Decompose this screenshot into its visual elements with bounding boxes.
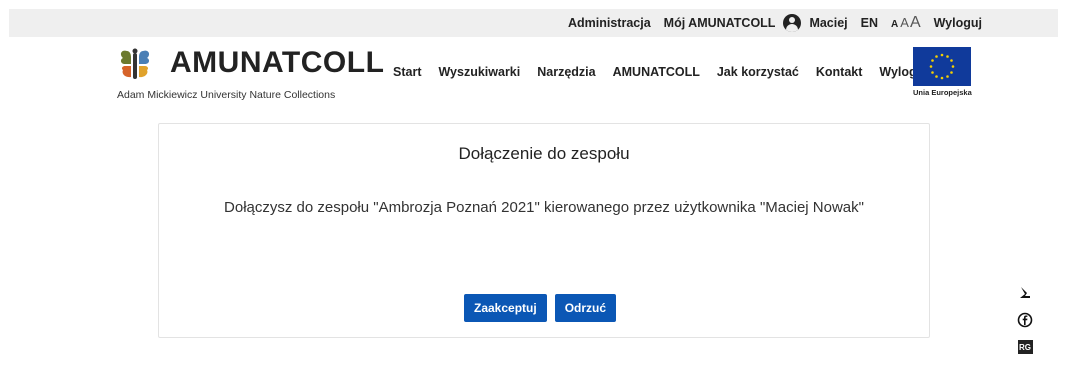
admin-link[interactable]: Administracja xyxy=(568,16,651,30)
nav-tools[interactable]: Narzędzia xyxy=(537,65,595,79)
my-account-link[interactable]: Mój AMUNATCOLL xyxy=(664,16,776,30)
nav-how-to-use[interactable]: Jak korzystać xyxy=(717,65,799,79)
reject-button[interactable]: Odrzuć xyxy=(554,294,617,322)
top-utility-bar: Administracja Mój AMUNATCOLL Maciej EN A… xyxy=(9,9,1058,37)
accept-button[interactable]: Zaakceptuj xyxy=(464,294,547,322)
nav-contact[interactable]: Kontakt xyxy=(816,65,863,79)
font-size-large-button[interactable]: A xyxy=(910,14,921,32)
nav-amunatcoll[interactable]: AMUNATCOLL xyxy=(613,65,700,79)
join-team-dialog: Dołączenie do zespołu Dołączysz do zespo… xyxy=(158,123,930,338)
logo-subtitle: Adam Mickiewicz University Nature Collec… xyxy=(117,89,336,101)
facebook-icon[interactable] xyxy=(1016,311,1034,329)
user-avatar-icon[interactable] xyxy=(783,14,802,32)
amunatcoll-logo-icon[interactable] xyxy=(117,47,153,83)
main-navigation: Start Wyszukiwarki Narzędzia AMUNATCOLL … xyxy=(393,65,928,79)
font-size-small-button[interactable]: A xyxy=(891,19,898,30)
researchgate-label: RG xyxy=(1017,340,1033,354)
side-social-icons: RG xyxy=(1012,284,1038,356)
font-size-medium-button[interactable]: A xyxy=(900,15,909,30)
logo-title[interactable]: AMUNATCOLL xyxy=(170,46,384,80)
eu-flag-icon xyxy=(913,47,971,86)
dialog-title: Dołączenie do zespołu xyxy=(458,144,630,163)
orcid-icon[interactable] xyxy=(1016,284,1034,302)
user-name-link[interactable]: Maciej xyxy=(809,16,847,30)
topbar-logout-link[interactable]: Wyloguj xyxy=(934,16,982,30)
nav-start[interactable]: Start xyxy=(393,65,421,79)
top-utility-links: Administracja Mój AMUNATCOLL Maciej EN A… xyxy=(555,9,982,37)
eu-label: Unia Europejska xyxy=(913,88,972,97)
dialog-actions: Zaakceptuj Odrzuć xyxy=(464,294,617,322)
font-size-controls: A A A xyxy=(891,14,921,32)
researchgate-icon[interactable]: RG xyxy=(1016,338,1034,356)
language-switch[interactable]: EN xyxy=(861,16,878,30)
nav-search[interactable]: Wyszukiwarki xyxy=(438,65,520,79)
dialog-message: Dołączysz do zespołu "Ambrozja Poznań 20… xyxy=(224,199,864,216)
